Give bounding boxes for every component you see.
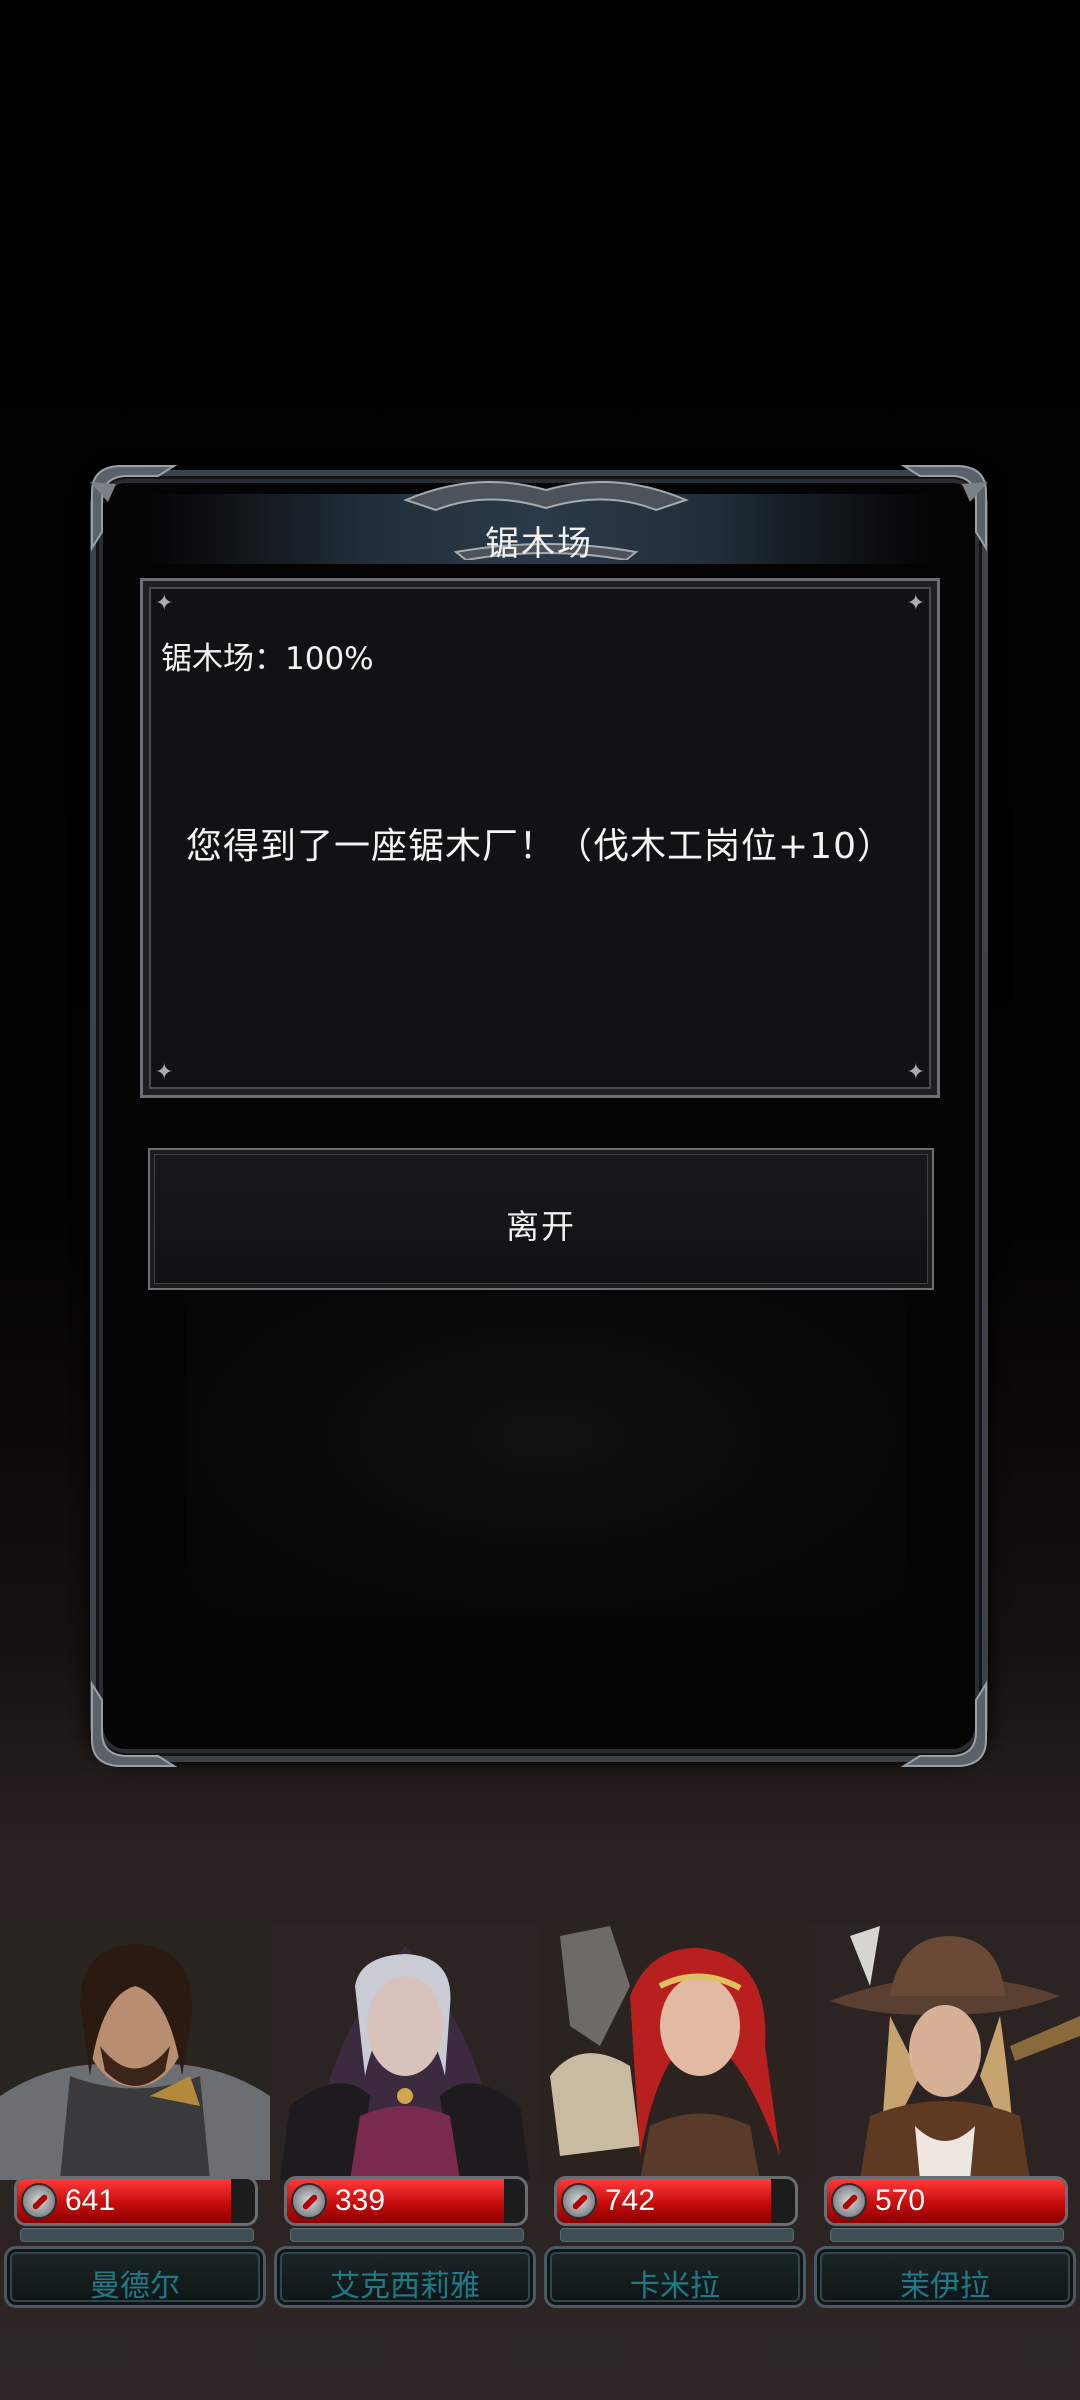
sword-icon bbox=[831, 2183, 867, 2219]
hp-bar: 641 bbox=[14, 2176, 258, 2226]
progress-text: 锯木场：100% bbox=[161, 641, 374, 677]
hero-card[interactable]: 742 卡米拉 bbox=[540, 1926, 810, 2316]
hero-portrait bbox=[540, 1926, 810, 2180]
hp-value: 742 bbox=[605, 2184, 656, 2217]
sword-icon bbox=[561, 2183, 597, 2219]
hero-name-plate[interactable]: 艾克西莉雅 bbox=[274, 2246, 536, 2308]
frame-ornament-icon bbox=[900, 1680, 990, 1770]
leave-button-label: 离开 bbox=[506, 1207, 576, 1246]
hp-value: 641 bbox=[65, 2184, 116, 2217]
hero-card[interactable]: 339 艾克西莉雅 bbox=[270, 1926, 540, 2316]
secondary-bar bbox=[20, 2228, 254, 2242]
dialog-title: 锯木场 bbox=[485, 524, 593, 564]
sparkle-icon: ✦ bbox=[906, 591, 925, 616]
hero-name-plate[interactable]: 曼德尔 bbox=[4, 2246, 266, 2308]
hero-name: 茉伊拉 bbox=[900, 2269, 990, 2304]
sparkle-icon: ✦ bbox=[155, 591, 174, 616]
hero-name: 卡米拉 bbox=[630, 2269, 720, 2304]
hero-portrait bbox=[270, 1926, 540, 2180]
secondary-bar bbox=[560, 2228, 794, 2242]
sword-icon bbox=[291, 2183, 327, 2219]
hero-name-plate[interactable]: 茉伊拉 bbox=[814, 2246, 1076, 2308]
hero-name-plate[interactable]: 卡米拉 bbox=[544, 2246, 806, 2308]
frame-ornament-icon bbox=[88, 1680, 178, 1770]
secondary-bar bbox=[290, 2228, 524, 2242]
sparkle-icon: ✦ bbox=[906, 1060, 925, 1085]
sword-icon bbox=[21, 2183, 57, 2219]
hp-value: 339 bbox=[335, 2184, 386, 2217]
hp-value: 570 bbox=[875, 2184, 926, 2217]
leave-button[interactable]: 离开 bbox=[148, 1148, 934, 1290]
hero-name: 曼德尔 bbox=[90, 2269, 180, 2304]
hp-bar: 742 bbox=[554, 2176, 798, 2226]
hero-portrait bbox=[0, 1926, 270, 2180]
secondary-bar bbox=[830, 2228, 1064, 2242]
hp-bar: 339 bbox=[284, 2176, 528, 2226]
hero-portrait bbox=[810, 1926, 1080, 2180]
event-text-panel: ✦ ✦ ✦ ✦ 锯木场：100% 您得到了一座锯木厂！（伐木工岗位+10） bbox=[140, 578, 940, 1098]
hp-bar: 570 bbox=[824, 2176, 1068, 2226]
sparkle-icon: ✦ bbox=[155, 1060, 174, 1085]
hero-card[interactable]: 570 茉伊拉 bbox=[810, 1926, 1080, 2316]
event-dialog: 锯木场 ✦ ✦ ✦ ✦ 锯木场：100% 您得到了一座锯木厂！（伐木工岗位+10… bbox=[90, 465, 988, 1767]
event-message: 您得到了一座锯木厂！（伐木工岗位+10） bbox=[186, 826, 894, 867]
hero-card[interactable]: 641 曼德尔 bbox=[0, 1926, 270, 2316]
hero-name: 艾克西莉雅 bbox=[330, 2269, 480, 2304]
